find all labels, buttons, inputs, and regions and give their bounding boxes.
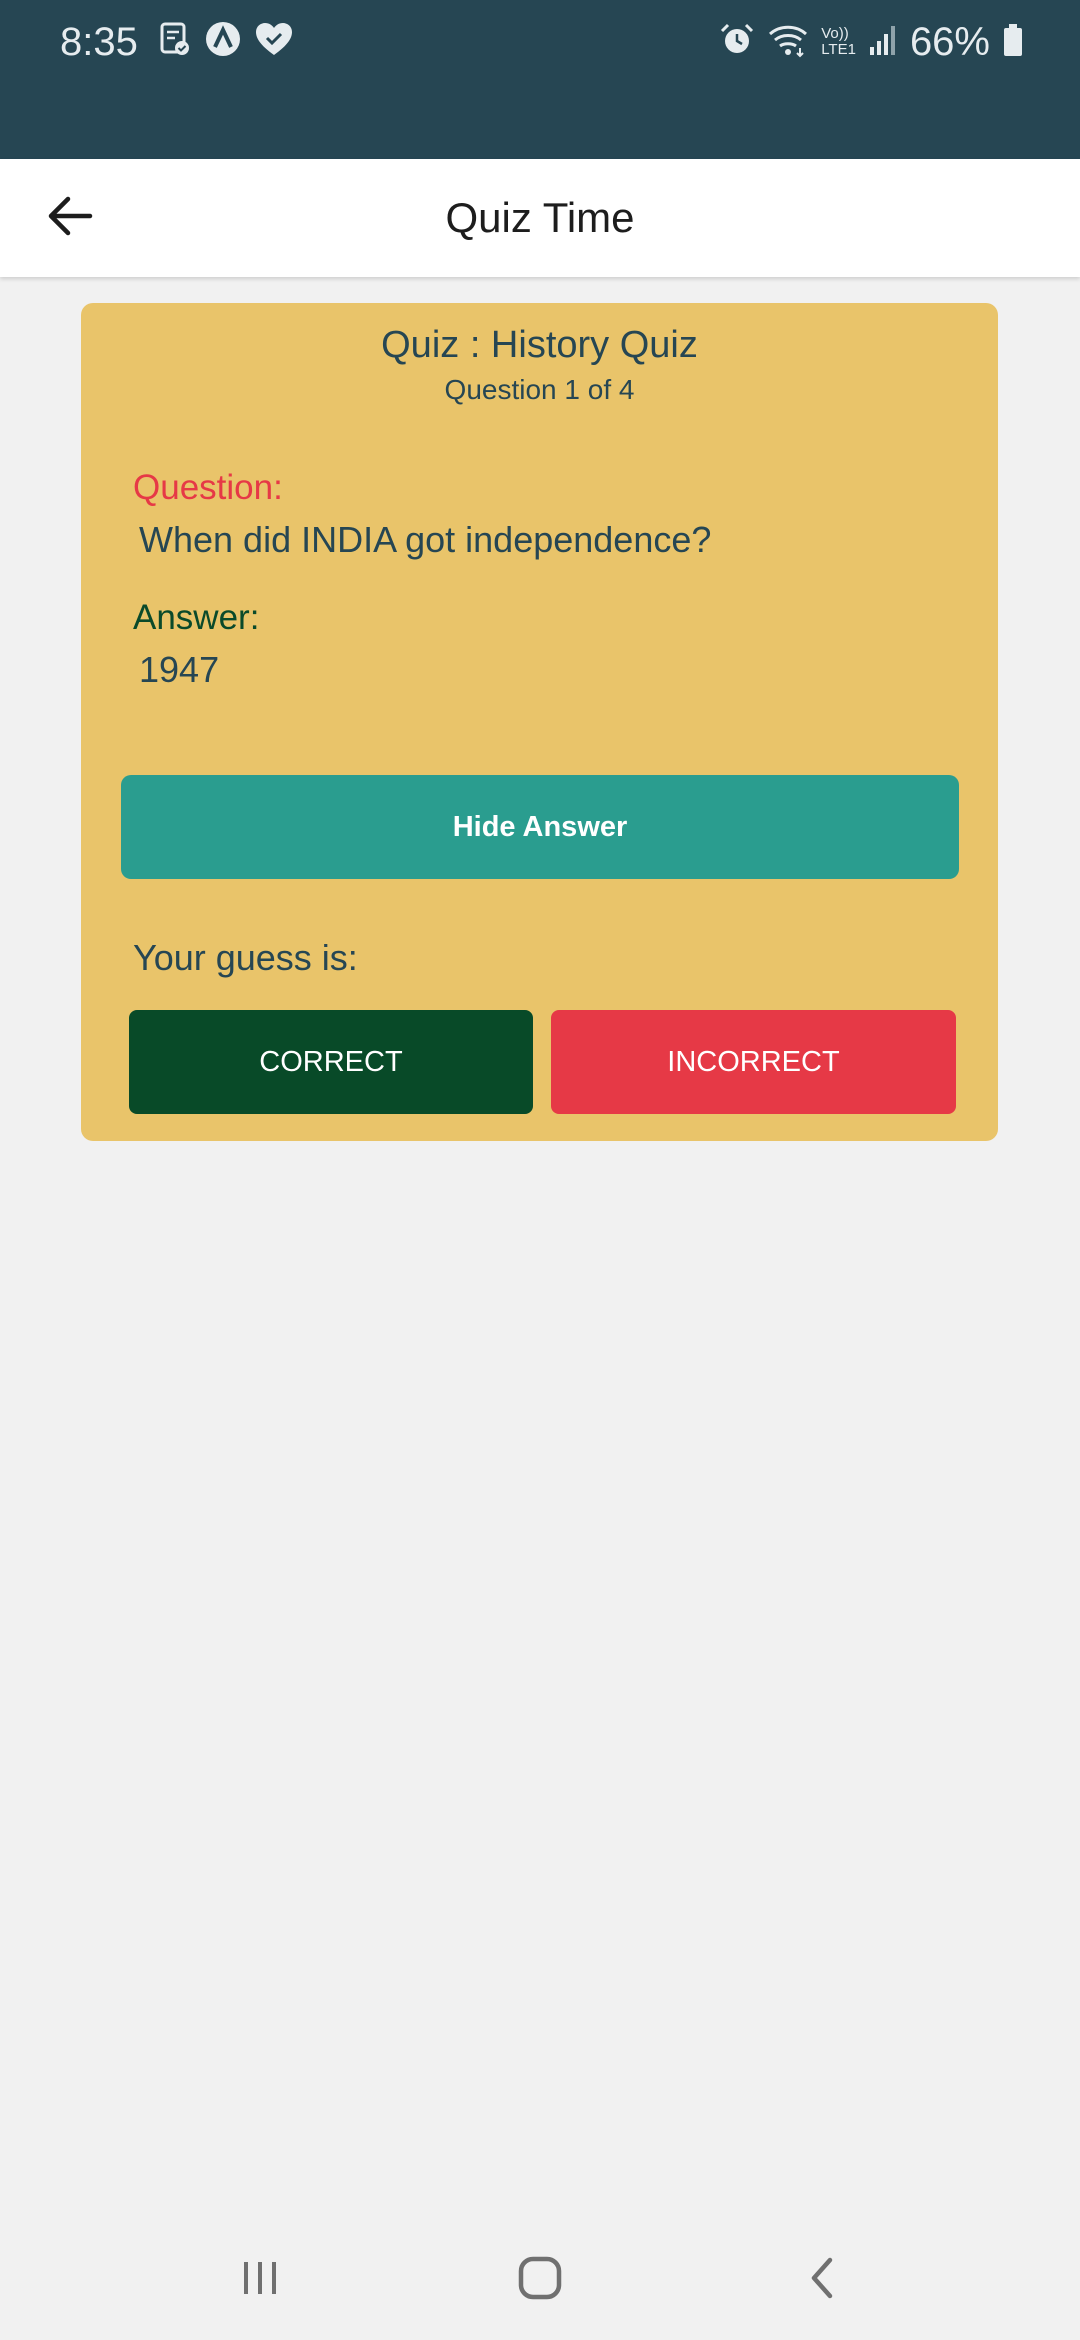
quiz-card: Quiz : History Quiz Question 1 of 4 Ques… — [81, 303, 998, 1141]
home-button[interactable] — [490, 2240, 590, 2320]
home-icon — [516, 2254, 564, 2307]
question-progress: Question 1 of 4 — [444, 374, 635, 405]
back-icon — [802, 2254, 842, 2307]
battery-icon — [1002, 22, 1024, 63]
wifi-icon — [767, 22, 809, 63]
answer-label: Answer: — [133, 598, 260, 637]
clipboard-check-icon — [158, 21, 192, 62]
question-label: Question: — [133, 468, 283, 507]
recent-apps-button[interactable] — [210, 2240, 310, 2320]
heart-check-icon — [254, 21, 294, 62]
alarm-icon — [719, 22, 755, 63]
system-back-button[interactable] — [772, 2240, 872, 2320]
a-circle-icon — [204, 20, 242, 63]
system-status-icons: Vo)) LTE1 66% — [719, 18, 1024, 66]
status-bar: 8:35 Vo)) LTE1 66% — [0, 0, 1080, 159]
battery-percentage: 66% — [909, 20, 990, 64]
signal-icon — [868, 23, 898, 62]
notification-icons — [158, 20, 294, 63]
hide-answer-button[interactable]: Hide Answer — [121, 775, 959, 879]
page-title: Quiz Time — [445, 194, 635, 241]
volte-lte1-icon: Vo)) LTE1 — [821, 25, 856, 58]
incorrect-button[interactable]: INCORRECT — [551, 1010, 956, 1114]
answer-text: 1947 — [139, 649, 220, 690]
status-time: 8:35 — [60, 20, 138, 64]
guess-label: Your guess is: — [133, 937, 358, 978]
navigation-bar — [0, 2220, 1080, 2340]
recent-apps-icon — [238, 2256, 282, 2305]
quiz-title: Quiz : History Quiz — [381, 324, 698, 366]
correct-button[interactable]: CORRECT — [129, 1010, 533, 1114]
question-text: When did INDIA got independence? — [139, 519, 712, 560]
app-bar: Quiz Time — [0, 159, 1080, 277]
